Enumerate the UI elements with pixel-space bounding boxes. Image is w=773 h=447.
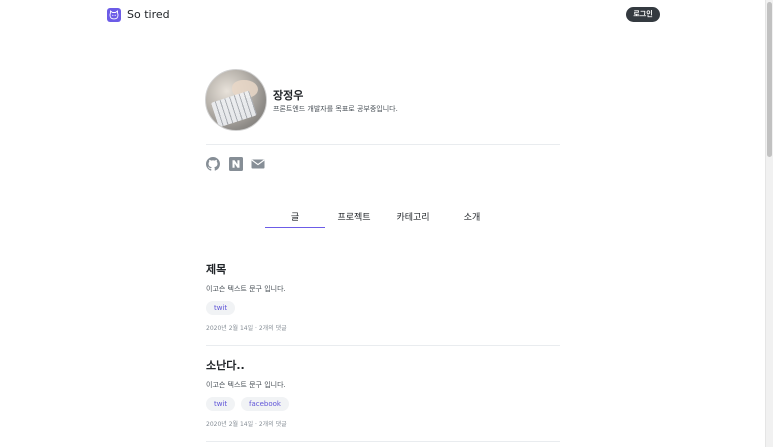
avatar-keyboard-detail: [210, 90, 258, 128]
page-scrollbar[interactable]: [765, 0, 773, 447]
tab-projects[interactable]: 프로젝트: [324, 210, 384, 223]
naver-blog-icon[interactable]: [229, 156, 243, 171]
post-tag[interactable]: twit: [206, 301, 236, 315]
post-description: 이고슨 텍스트 문구 입니다.: [206, 381, 286, 389]
post-title[interactable]: 소난다..: [206, 357, 245, 373]
post-title[interactable]: 제목: [206, 261, 226, 277]
tab-posts[interactable]: 글: [265, 210, 325, 223]
post-meta: 2020년 2월 14일 · 2개의 댓글: [206, 325, 287, 332]
post-divider: [206, 441, 560, 442]
brand-name[interactable]: So tired: [127, 8, 170, 22]
github-icon[interactable]: [206, 156, 220, 171]
post-meta: 2020년 2월 14일 · 2개의 댓글: [206, 421, 287, 428]
active-tab-indicator: [265, 227, 325, 228]
cat-logo-icon[interactable]: [107, 8, 121, 22]
tab-categories[interactable]: 카테고리: [383, 210, 443, 223]
post-tag[interactable]: twit: [206, 397, 236, 411]
scrollbar-thumb[interactable]: [767, 2, 772, 157]
mail-icon[interactable]: [251, 156, 265, 170]
post-divider: [206, 345, 560, 346]
post-description: 이고슨 텍스트 문구 입니다.: [206, 285, 286, 293]
profile-name: 장정우: [273, 89, 304, 102]
profile-divider: [206, 144, 560, 145]
profile-bio: 프론트엔드 개발자를 목표로 공부중입니다.: [273, 105, 398, 113]
login-button[interactable]: 로그인: [626, 7, 660, 22]
avatar: [205, 69, 267, 131]
post-tag[interactable]: facebook: [241, 397, 289, 411]
top-header: So tired 로그인: [0, 0, 765, 30]
tab-about[interactable]: 소개: [442, 210, 502, 223]
